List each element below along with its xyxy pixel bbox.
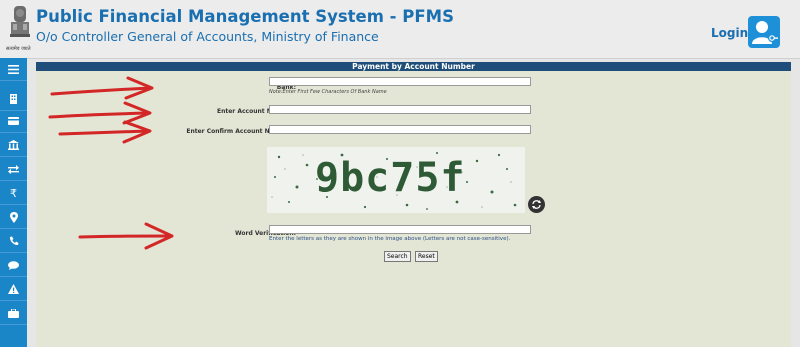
annotation-arrows [48,76,174,250]
